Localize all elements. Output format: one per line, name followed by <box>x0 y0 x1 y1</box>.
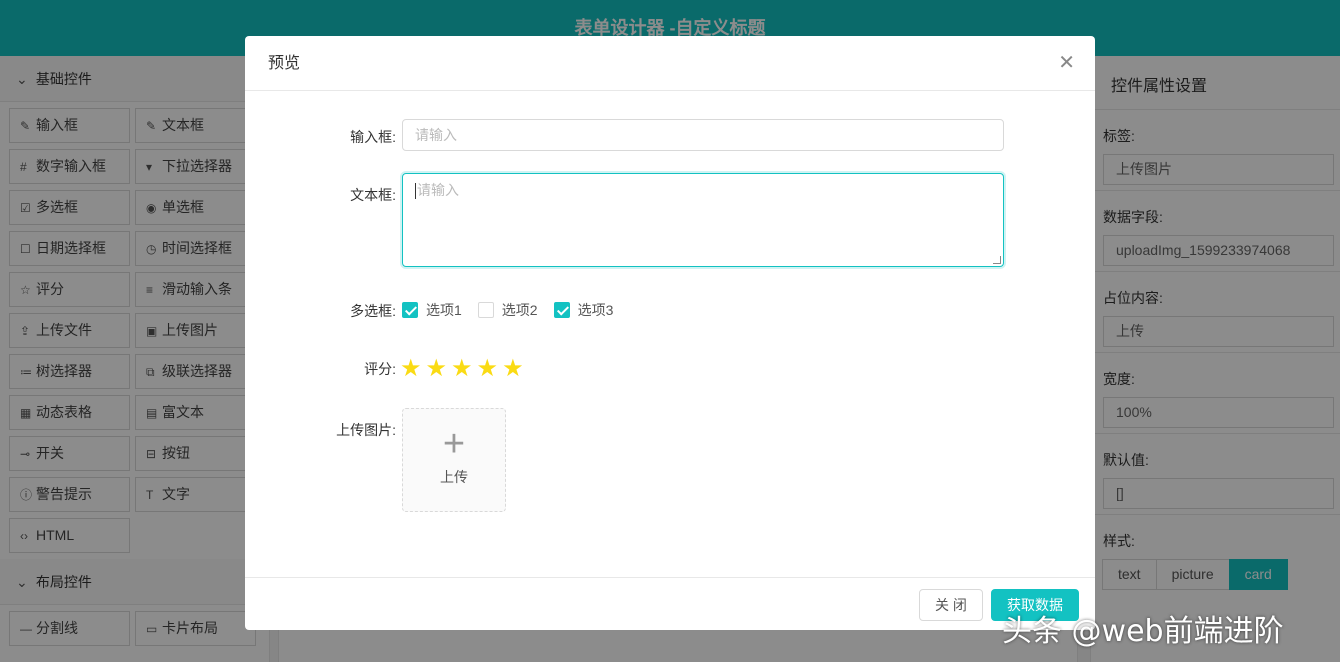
close-button[interactable]: 关 闭 <box>919 589 983 621</box>
text-caret <box>415 183 416 200</box>
checkbox-label: 选项1 <box>426 302 462 318</box>
plus-icon: + <box>442 423 466 465</box>
checkbox-checked-icon[interactable] <box>402 302 418 318</box>
textarea-placeholder: 请输入 <box>417 182 459 198</box>
checkbox-option[interactable]: 选项3 <box>553 300 614 320</box>
preview-modal: 预览 ✕ 输入框: 请输入 文本框: 请输入 多选框: 选项1 选项2 选项3 评分… <box>245 36 1095 630</box>
modal-footer: 关 闭 获取数据 <box>245 577 1095 630</box>
field-checkbox-label: 多选框: <box>350 303 396 319</box>
field-input-label: 输入框: <box>350 129 396 145</box>
upload-card[interactable]: + 上传 <box>402 408 506 512</box>
field-upload-label: 上传图片: <box>336 422 396 438</box>
checkbox-label: 选项3 <box>577 302 614 318</box>
checkbox-option[interactable]: 选项2 <box>477 300 538 320</box>
watermark: 头条 @web前端进阶 <box>1002 614 1284 649</box>
close-icon[interactable]: ✕ <box>1058 36 1075 91</box>
star-icon[interactable]: ★ <box>451 357 473 381</box>
field-textarea-label: 文本框: <box>350 187 396 203</box>
textarea-field[interactable]: 请输入 <box>402 173 1004 267</box>
star-icon[interactable]: ★ <box>477 357 499 381</box>
star-icon[interactable]: ★ <box>400 357 422 381</box>
modal-title: 预览 <box>268 55 301 72</box>
checkbox-label: 选项2 <box>501 302 538 318</box>
checkbox-unchecked-icon[interactable] <box>477 302 494 318</box>
checkbox-checked-icon[interactable] <box>553 302 570 318</box>
star-icon[interactable]: ★ <box>426 357 448 381</box>
modal-header: 预览 ✕ <box>245 36 1095 91</box>
star-icon[interactable]: ★ <box>502 357 524 381</box>
checkbox-group: 选项1 选项2 选项3 <box>402 300 629 320</box>
resize-handle-icon[interactable] <box>993 256 1001 264</box>
input-field[interactable]: 请输入 <box>402 119 1004 151</box>
rate-stars: ★ ★ ★ ★ ★ <box>400 357 528 381</box>
upload-text: 上传 <box>440 469 468 485</box>
checkbox-option[interactable]: 选项1 <box>402 300 462 320</box>
field-rate-label: 评分: <box>364 361 396 377</box>
